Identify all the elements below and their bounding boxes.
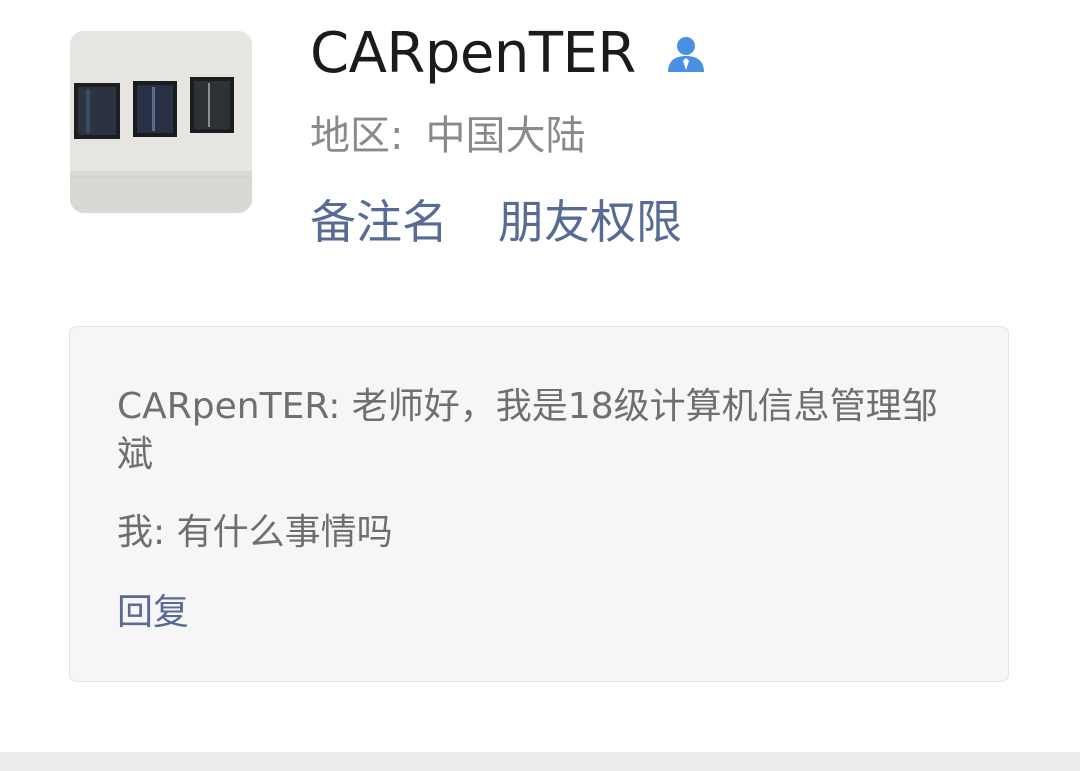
bottom-divider [0, 752, 1080, 771]
avatar[interactable] [70, 31, 252, 213]
profile-header: CARpenTER [310, 18, 710, 90]
person-icon [662, 30, 710, 78]
contact-request-page: CARpenTER 地区: 中国大陆 备注名 朋友权限 CARpenTER: 老师好… [0, 0, 1080, 771]
region-value: 中国大陆 [425, 113, 586, 159]
avatar-image [70, 31, 252, 213]
contact-name: CARpenTER [310, 21, 636, 86]
incoming-message: CARpenTER: 老师好，我是18级计算机信息管理邹斌 [117, 386, 938, 475]
remark-name-link[interactable]: 备注名 [310, 195, 448, 249]
region-row: 地区: 中国大陆 [310, 108, 585, 164]
friend-permission-link[interactable]: 朋友权限 [498, 195, 682, 249]
message-card: CARpenTER: 老师好，我是18级计算机信息管理邹斌 我: 有什么事情吗 … [69, 326, 1009, 682]
region-label: 地区: [310, 113, 404, 159]
profile-actions: 备注名 朋友权限 [310, 190, 682, 254]
outgoing-message: 我: 有什么事情吗 [117, 512, 393, 553]
reply-link[interactable]: 回复 [117, 589, 189, 637]
